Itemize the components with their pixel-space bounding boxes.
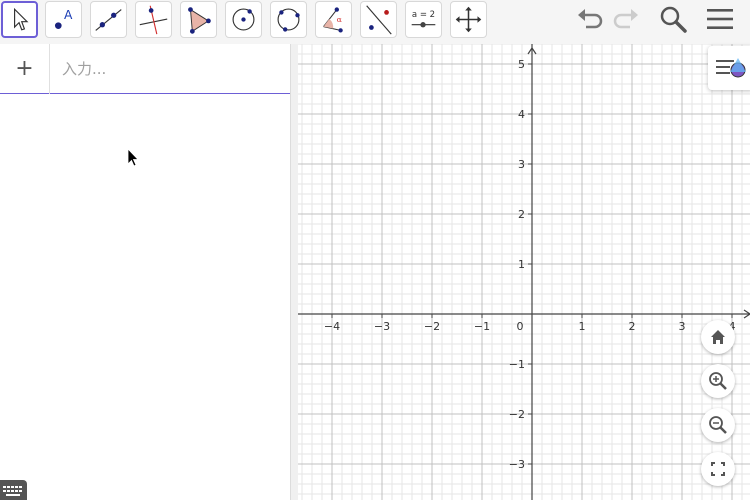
mouse-cursor-icon [127, 148, 139, 167]
angle-tool-label: α [337, 15, 342, 24]
line-tool-button[interactable] [90, 1, 127, 38]
y-tick-label: −2 [509, 408, 525, 421]
graphics-view[interactable]: −4−3−2−10123454321−1−2−3 [298, 44, 750, 500]
reflect-about-line-tool-button[interactable] [360, 1, 397, 38]
slider-tool-label: a = 2 [412, 10, 435, 20]
x-tick-label: 2 [629, 320, 636, 333]
x-tick-label: −3 [374, 320, 390, 333]
circle-three-points-icon [277, 8, 300, 32]
style-bar-toggle-button[interactable] [708, 46, 750, 90]
style-bar-toggle-icon [716, 58, 746, 78]
line-icon [95, 9, 122, 31]
fullscreen-button[interactable] [701, 452, 735, 486]
move-tool-button[interactable] [1, 1, 38, 38]
point-tool-label: A [64, 8, 73, 22]
algebra-input-field[interactable] [50, 44, 290, 93]
coordinate-grid: −4−3−2−10123454321−1−2−3 [298, 44, 750, 500]
move-arrows-icon [455, 6, 482, 33]
menu-button[interactable] [705, 4, 735, 34]
keyboard-button[interactable] [0, 480, 27, 500]
home-button[interactable] [701, 320, 735, 354]
zoom-out-icon [709, 416, 727, 434]
x-tick-label: −2 [424, 320, 440, 333]
add-object-button[interactable]: + [0, 44, 50, 94]
circle-center-icon [232, 8, 255, 31]
home-icon [711, 330, 725, 344]
redo-button[interactable] [611, 4, 641, 34]
x-tick-label: 3 [679, 320, 686, 333]
zoom-in-icon [709, 372, 727, 390]
x-tick-label: 1 [579, 320, 586, 333]
slider-icon: a = 2 [411, 10, 436, 28]
reflect-icon [366, 5, 392, 35]
circle-center-point-tool-button[interactable] [225, 1, 262, 38]
y-tick-label: 4 [518, 108, 525, 121]
y-tick-label: 5 [518, 58, 525, 71]
undo-button[interactable] [575, 4, 605, 34]
undo-icon [578, 9, 603, 29]
polygon-icon [188, 7, 211, 34]
polygon-tool-button[interactable] [180, 1, 217, 38]
zoom-in-button[interactable] [701, 364, 735, 398]
perpendicular-line-tool-button[interactable] [135, 1, 172, 38]
algebra-input-row: + [0, 44, 290, 94]
toolbar: A α a = 2 [0, 0, 750, 44]
redo-icon [613, 9, 638, 29]
keyboard-icon [3, 486, 22, 496]
x-tick-label: 0 [517, 320, 524, 333]
view-splitter[interactable] [290, 44, 298, 500]
x-tick-label: −1 [474, 320, 490, 333]
y-tick-label: 3 [518, 158, 525, 171]
angle-tool-button[interactable]: α [315, 1, 352, 38]
y-tick-label: −3 [509, 458, 525, 471]
y-tick-label: 2 [518, 208, 525, 221]
point-icon: A [54, 8, 73, 29]
fullscreen-icon [711, 462, 725, 476]
slider-tool-button[interactable]: a = 2 [405, 1, 442, 38]
angle-icon: α [323, 7, 343, 33]
move-graphics-view-tool-button[interactable] [450, 1, 487, 38]
point-tool-button[interactable]: A [45, 1, 82, 38]
y-tick-label: 1 [518, 258, 525, 271]
x-tick-label: −4 [324, 320, 340, 333]
perpendicular-line-icon [139, 5, 168, 35]
y-tick-label: −1 [509, 358, 525, 371]
search-button[interactable] [658, 4, 688, 34]
search-icon [660, 6, 687, 33]
zoom-out-button[interactable] [701, 408, 735, 442]
arrow-cursor-icon [14, 7, 29, 31]
circle-three-points-tool-button[interactable] [270, 1, 307, 38]
algebra-view: + [0, 44, 290, 500]
menu-icon [707, 9, 733, 29]
